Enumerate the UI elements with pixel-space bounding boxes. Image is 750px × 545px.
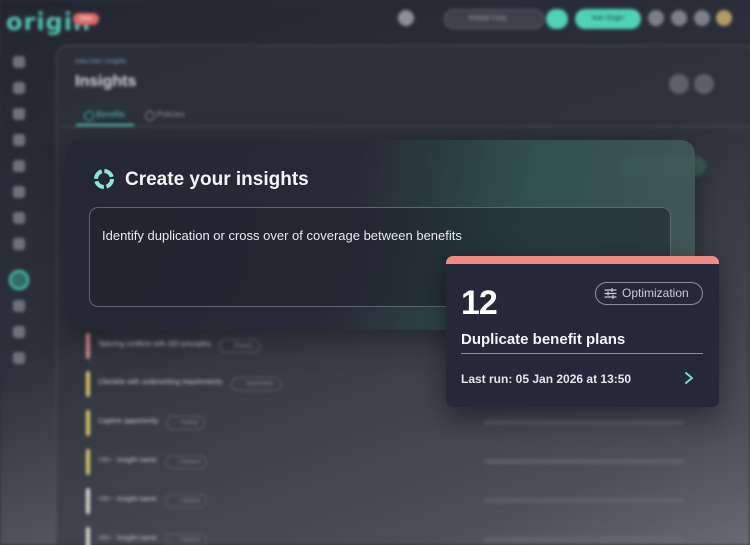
file-icon[interactable] xyxy=(13,300,25,312)
insight-row[interactable]: <X> - insight name Category xyxy=(84,527,724,545)
row-accent-bar xyxy=(86,410,90,436)
home-icon[interactable] xyxy=(13,56,25,68)
category-badge: Optimization xyxy=(595,282,703,305)
insight-prompt-text: Identify duplication or cross over of co… xyxy=(102,228,462,243)
row-title: Tailoring conflicts with DEI principles xyxy=(98,341,211,348)
category-label: Optimization xyxy=(622,286,689,300)
row-title: Clientele with underwriting requirements xyxy=(98,379,223,386)
building-icon[interactable] xyxy=(13,82,25,94)
result-divider xyxy=(461,353,703,354)
tab-benefits[interactable]: Benefits xyxy=(84,110,125,121)
folder-icon[interactable] xyxy=(13,326,25,338)
sliders-icon xyxy=(604,287,617,300)
umbrella-icon[interactable] xyxy=(13,212,25,224)
workspace-select[interactable]: Global Corp xyxy=(444,9,544,29)
logo-badge: beta xyxy=(73,13,99,25)
row-tag: Category xyxy=(165,533,208,545)
row-accent-bar xyxy=(86,371,90,397)
row-tag: Pooling xyxy=(166,416,205,430)
row-title: <X> - insight name xyxy=(98,457,157,464)
insights-icon[interactable] xyxy=(9,270,29,290)
tab-policies[interactable]: Policies xyxy=(145,110,185,121)
row-tag: Category xyxy=(165,494,208,508)
row-detail xyxy=(484,459,684,464)
insight-result-card[interactable]: 12 Optimization Duplicate benefit plans … xyxy=(446,256,719,407)
document-icon[interactable] xyxy=(13,160,25,172)
breadcrumb[interactable]: Data Intel / Insights xyxy=(75,59,126,65)
avatar[interactable] xyxy=(716,10,732,26)
row-title: <X> - insight name xyxy=(98,496,157,503)
feed-icon[interactable] xyxy=(13,352,25,364)
ask-origin-button[interactable]: Ask Origin xyxy=(575,9,641,29)
result-title: Duplicate benefit plans xyxy=(461,331,626,348)
chart-icon[interactable] xyxy=(13,238,25,250)
last-run-text: Last run: 05 Jan 2026 at 13:50 xyxy=(461,372,632,386)
create-insights-title: Create your insights xyxy=(125,169,309,190)
top-bar: origin beta Global Corp Ask Origin xyxy=(0,0,750,40)
row-tag: Strategy xyxy=(219,339,260,353)
calendar-icon[interactable] xyxy=(671,10,687,26)
row-accent-bar xyxy=(86,333,90,359)
settings-icon[interactable] xyxy=(694,10,710,26)
row-detail xyxy=(484,498,684,503)
inbox-icon[interactable] xyxy=(13,108,25,120)
row-tag: Optimization xyxy=(231,377,281,391)
row-detail xyxy=(484,420,684,425)
insight-row[interactable]: <X> - insight name Category xyxy=(84,449,724,475)
row-accent-bar xyxy=(86,488,90,514)
tab-divider xyxy=(60,126,750,127)
account-switcher-icon[interactable] xyxy=(398,10,414,26)
insight-row[interactable]: <X> - insight name Category xyxy=(84,488,724,514)
star-icon[interactable] xyxy=(13,134,25,146)
row-tag: Category xyxy=(165,455,208,469)
row-title: Captive opportunity xyxy=(98,418,159,425)
row-title: <X> - insight name xyxy=(98,535,157,542)
workspace-go-button[interactable] xyxy=(546,9,568,29)
insight-row[interactable]: Captive opportunity Pooling xyxy=(84,410,724,436)
header-action-icon[interactable] xyxy=(669,74,689,94)
page-title: Insights xyxy=(75,73,137,90)
sidebar xyxy=(0,50,40,545)
search-icon[interactable] xyxy=(648,10,664,26)
insight-ring-icon xyxy=(94,169,114,189)
chevron-right-icon[interactable] xyxy=(682,370,696,386)
row-accent-bar xyxy=(86,449,90,475)
more-options-icon[interactable] xyxy=(694,74,714,94)
globe-icon[interactable] xyxy=(13,186,25,198)
result-count: 12 xyxy=(461,284,498,322)
row-detail xyxy=(484,537,684,542)
row-accent-bar xyxy=(86,527,90,545)
